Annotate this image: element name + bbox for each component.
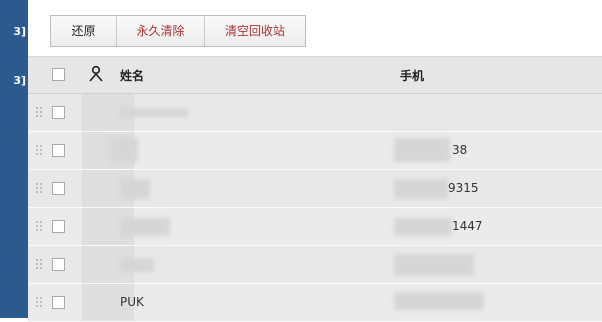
row-name: PUK: [120, 295, 144, 309]
redacted-phone: [394, 179, 448, 199]
table-header: 姓名 手机: [28, 57, 602, 94]
sidebar-label-2[interactable]: 3]: [0, 74, 28, 87]
row-checkbox[interactable]: [52, 220, 65, 233]
row-checkbox[interactable]: [52, 258, 65, 271]
sidebar: 3] 3]: [0, 0, 28, 318]
redacted-name: [120, 179, 150, 199]
table-row[interactable]: [28, 246, 602, 284]
contact-table-body: 38 9315 1447 PUK: [28, 94, 602, 322]
drag-handle-icon[interactable]: [36, 145, 42, 155]
empty-recycle-bin-button[interactable]: 清空回收站: [205, 16, 305, 46]
row-phone: 9315: [448, 181, 479, 195]
redacted-phone: [394, 138, 450, 162]
redacted-phone: [394, 254, 474, 276]
phone-column-header[interactable]: 手机: [400, 67, 424, 84]
redacted-phone: [394, 218, 452, 236]
redacted-name: [120, 258, 154, 272]
drag-handle-icon[interactable]: [36, 221, 42, 231]
table-row[interactable]: PUK: [28, 284, 602, 322]
drag-handle-icon[interactable]: [36, 107, 42, 117]
redacted-name: [120, 108, 188, 117]
redacted-phone: [394, 292, 484, 310]
action-button-group: 还原 永久清除 清空回收站: [50, 15, 306, 47]
row-checkbox[interactable]: [52, 144, 65, 157]
drag-handle-icon[interactable]: [36, 183, 42, 193]
table-row[interactable]: 9315: [28, 170, 602, 208]
permanent-delete-button[interactable]: 永久清除: [117, 16, 205, 46]
drag-handle-icon[interactable]: [36, 259, 42, 269]
sidebar-label-1[interactable]: 3]: [0, 25, 28, 38]
table-row[interactable]: [28, 94, 602, 132]
drag-handle-icon[interactable]: [36, 297, 42, 307]
redacted-name: [110, 138, 138, 162]
select-all-checkbox[interactable]: [52, 68, 65, 81]
table-row[interactable]: 38: [28, 132, 602, 170]
row-checkbox[interactable]: [52, 106, 65, 119]
user-icon: [88, 65, 104, 83]
table-row[interactable]: 1447: [28, 208, 602, 246]
row-checkbox[interactable]: [52, 182, 65, 195]
redacted-name: [120, 218, 170, 236]
row-phone: 38: [452, 143, 468, 157]
name-column-header[interactable]: 姓名: [120, 67, 144, 84]
toolbar: 还原 永久清除 清空回收站: [28, 0, 602, 57]
restore-button[interactable]: 还原: [51, 16, 117, 46]
row-checkbox[interactable]: [52, 296, 65, 309]
row-phone: 1447: [452, 219, 483, 233]
